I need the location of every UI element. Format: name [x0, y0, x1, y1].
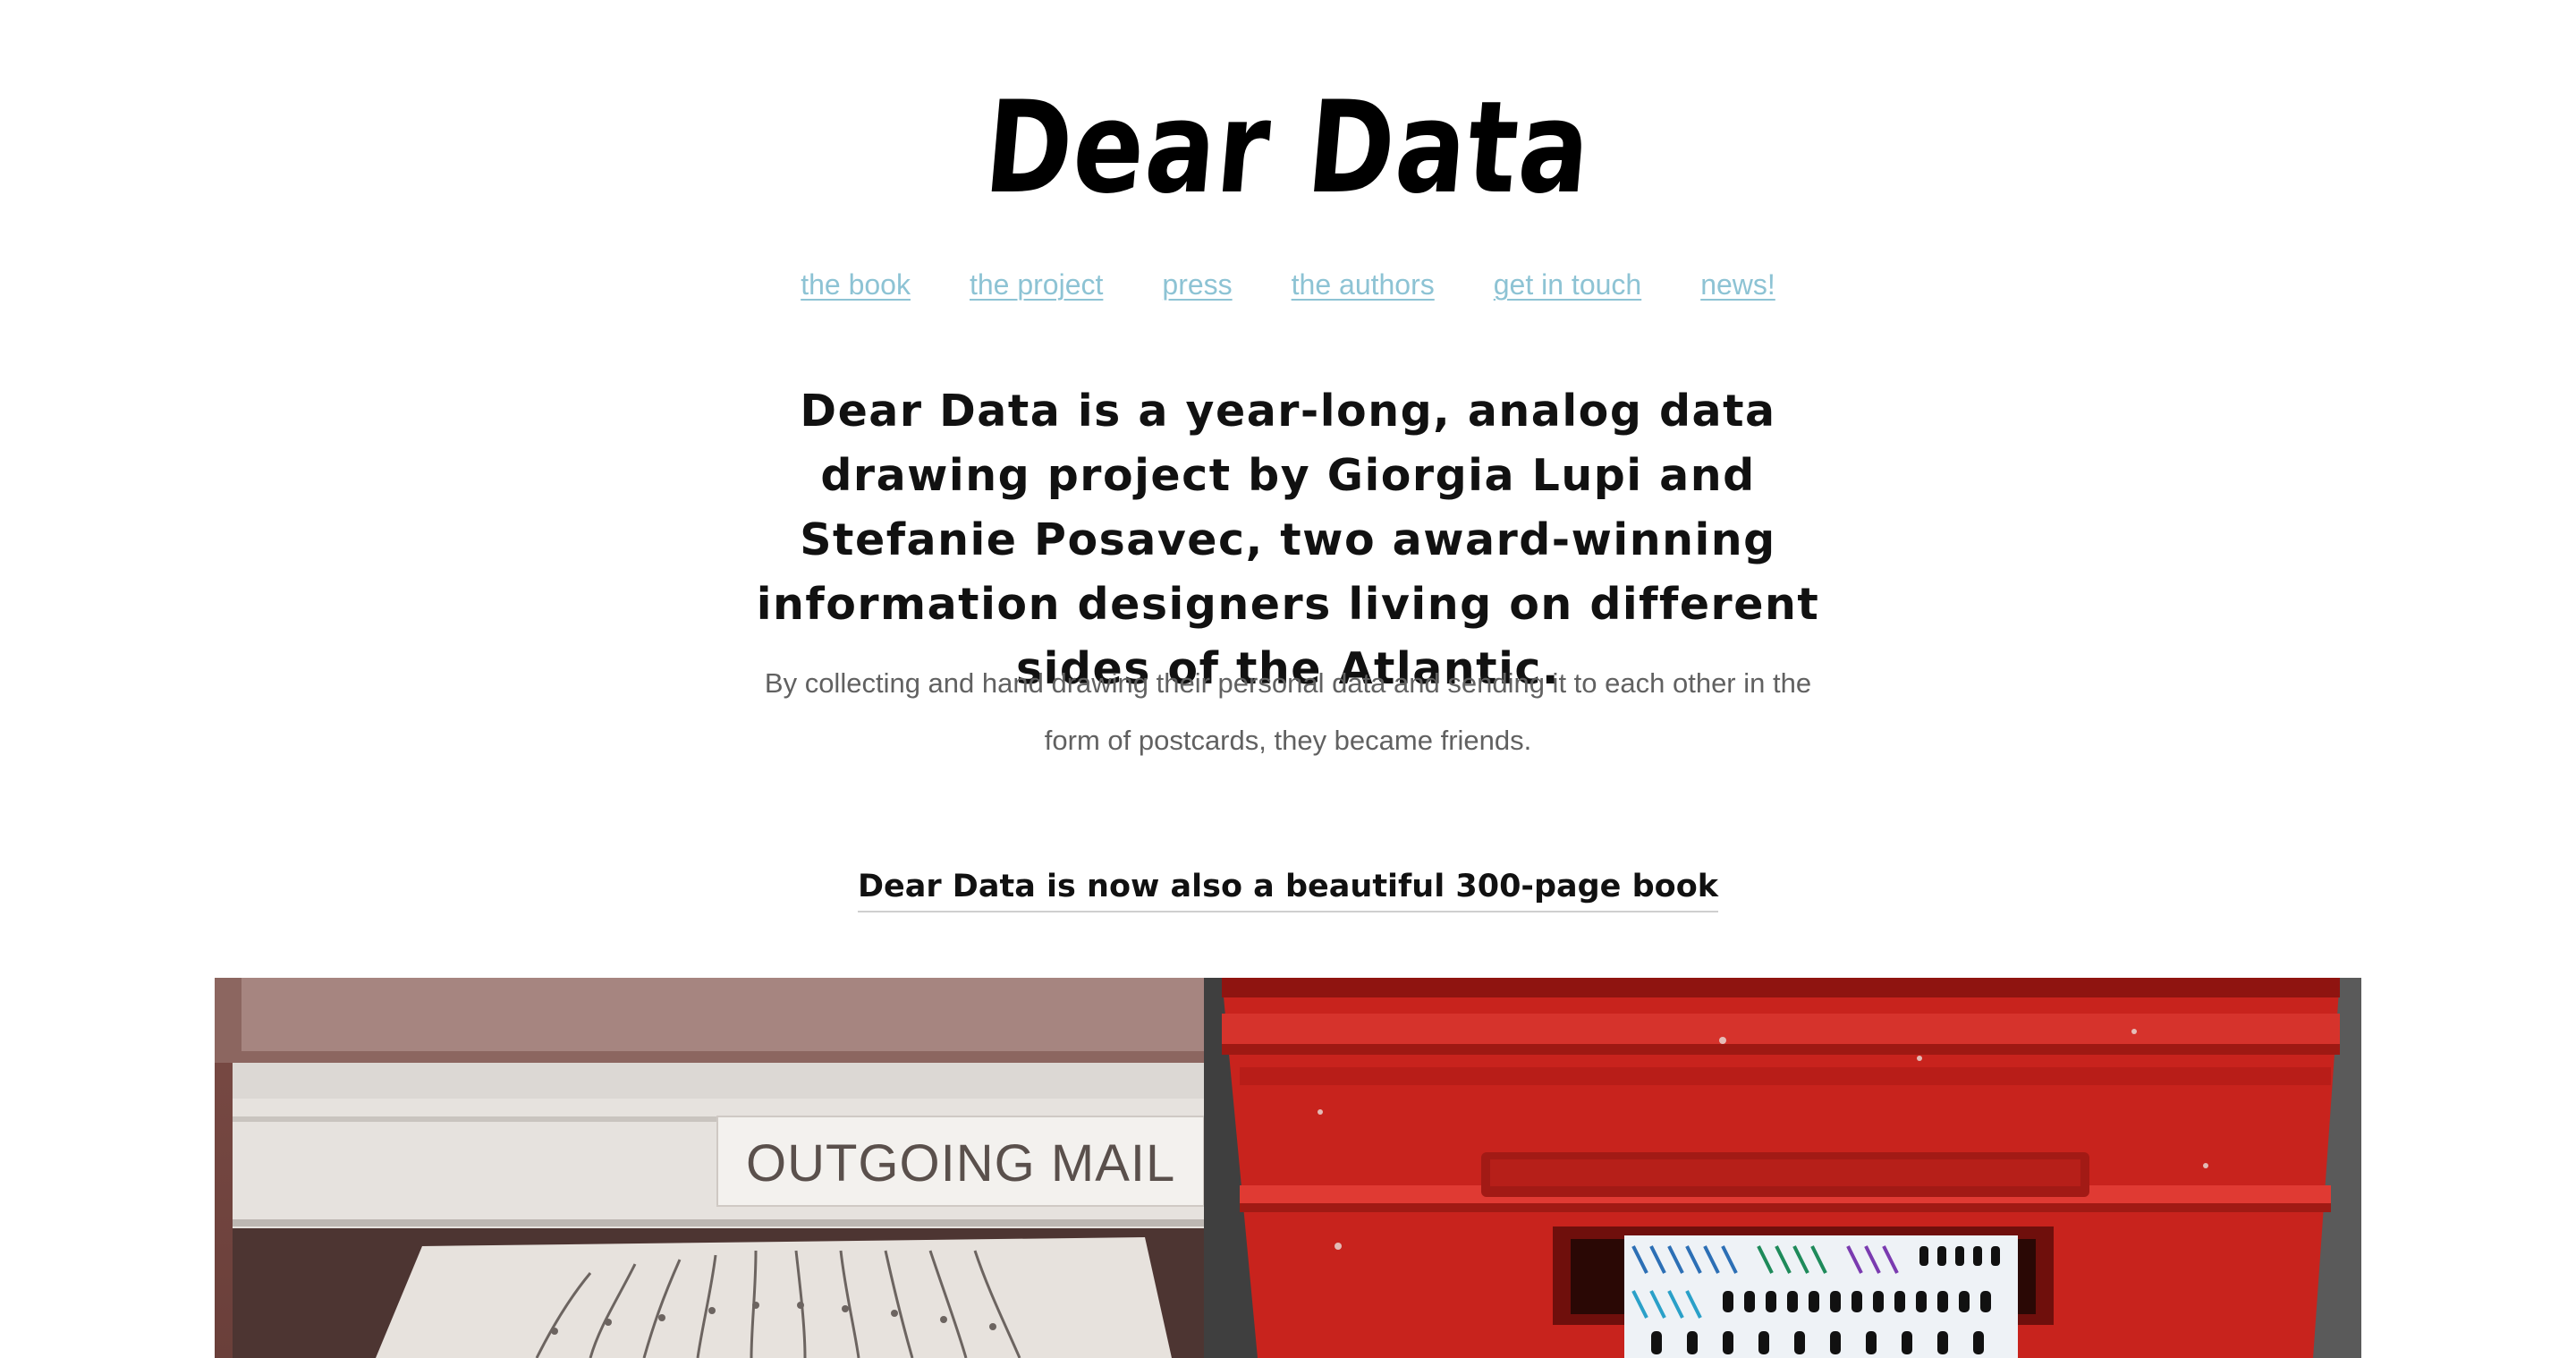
nav-link-news[interactable]: news! [1700, 265, 1775, 304]
outgoing-mail-label: OUTGOING MAIL [746, 1134, 1175, 1192]
intro-subtext: By collecting and hand drawing their per… [764, 667, 1812, 756]
nav-link-the-book[interactable]: the book [801, 265, 911, 304]
nav-link-the-authors[interactable]: the authors [1292, 265, 1435, 304]
book-link[interactable]: Dear Data is now also a beautiful 300-pa… [857, 864, 1719, 912]
intro-headline: Dear Data is a year-long, analog data dr… [756, 386, 1820, 694]
nav-link-press[interactable]: press [1162, 265, 1232, 304]
red-postbox-photo [1204, 978, 2361, 1358]
site-logo[interactable]: Dear Data [232, 74, 2344, 222]
outgoing-mail-photo: OUTGOING MAIL [215, 978, 1204, 1358]
main-nav: the book the project press the authors g… [0, 265, 2576, 304]
nav-link-the-project[interactable]: the project [970, 265, 1103, 304]
site-logo-text: Dear Data [979, 74, 1597, 222]
nav-link-get-in-touch[interactable]: get in touch [1494, 265, 1641, 304]
hero-photos: OUTGOING MAIL [215, 978, 2361, 1358]
book-link-container: Dear Data is now also a beautiful 300-pa… [0, 864, 2576, 912]
